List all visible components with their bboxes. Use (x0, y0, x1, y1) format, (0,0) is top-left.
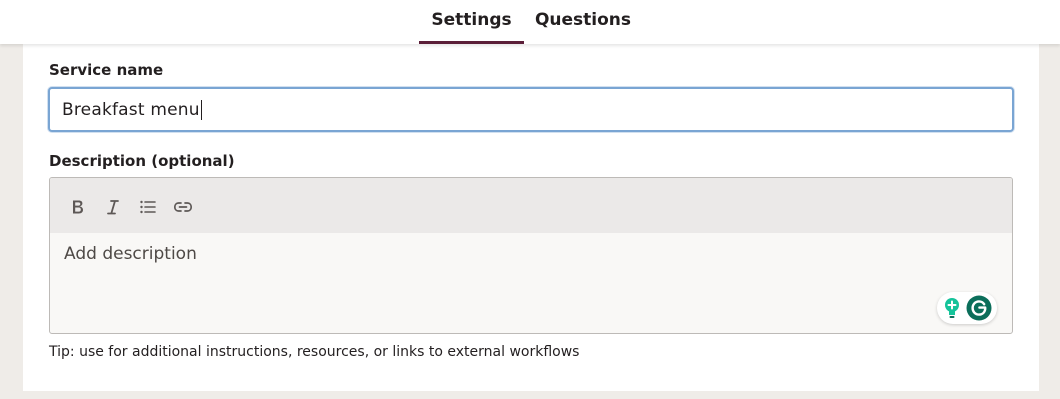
service-name-input[interactable]: Breakfast menu (48, 87, 1014, 132)
description-tip: Tip: use for additional instructions, re… (49, 344, 580, 360)
service-name-value: Breakfast menu (62, 99, 200, 120)
tab-bar: Settings Questions (0, 0, 1060, 44)
text-caret (200, 99, 202, 120)
link-icon[interactable] (171, 195, 195, 219)
tab-questions[interactable]: Questions (530, 0, 636, 44)
bold-icon[interactable] (66, 195, 90, 219)
description-editor: Add description (49, 177, 1013, 334)
grammarly-logo-icon[interactable] (966, 295, 992, 321)
description-textarea[interactable]: Add description (50, 233, 1012, 333)
editor-toolbar (50, 178, 1012, 233)
settings-card: Service name Breakfast menu Description … (23, 44, 1039, 391)
italic-icon[interactable] (101, 195, 125, 219)
grammarly-widget[interactable] (937, 292, 997, 324)
description-label: Description (optional) (49, 152, 235, 170)
tab-settings[interactable]: Settings (419, 0, 524, 44)
description-placeholder: Add description (64, 244, 197, 264)
bulleted-list-icon[interactable] (136, 195, 160, 219)
service-name-label: Service name (49, 61, 164, 79)
grammarly-lightbulb-icon[interactable] (942, 296, 962, 320)
